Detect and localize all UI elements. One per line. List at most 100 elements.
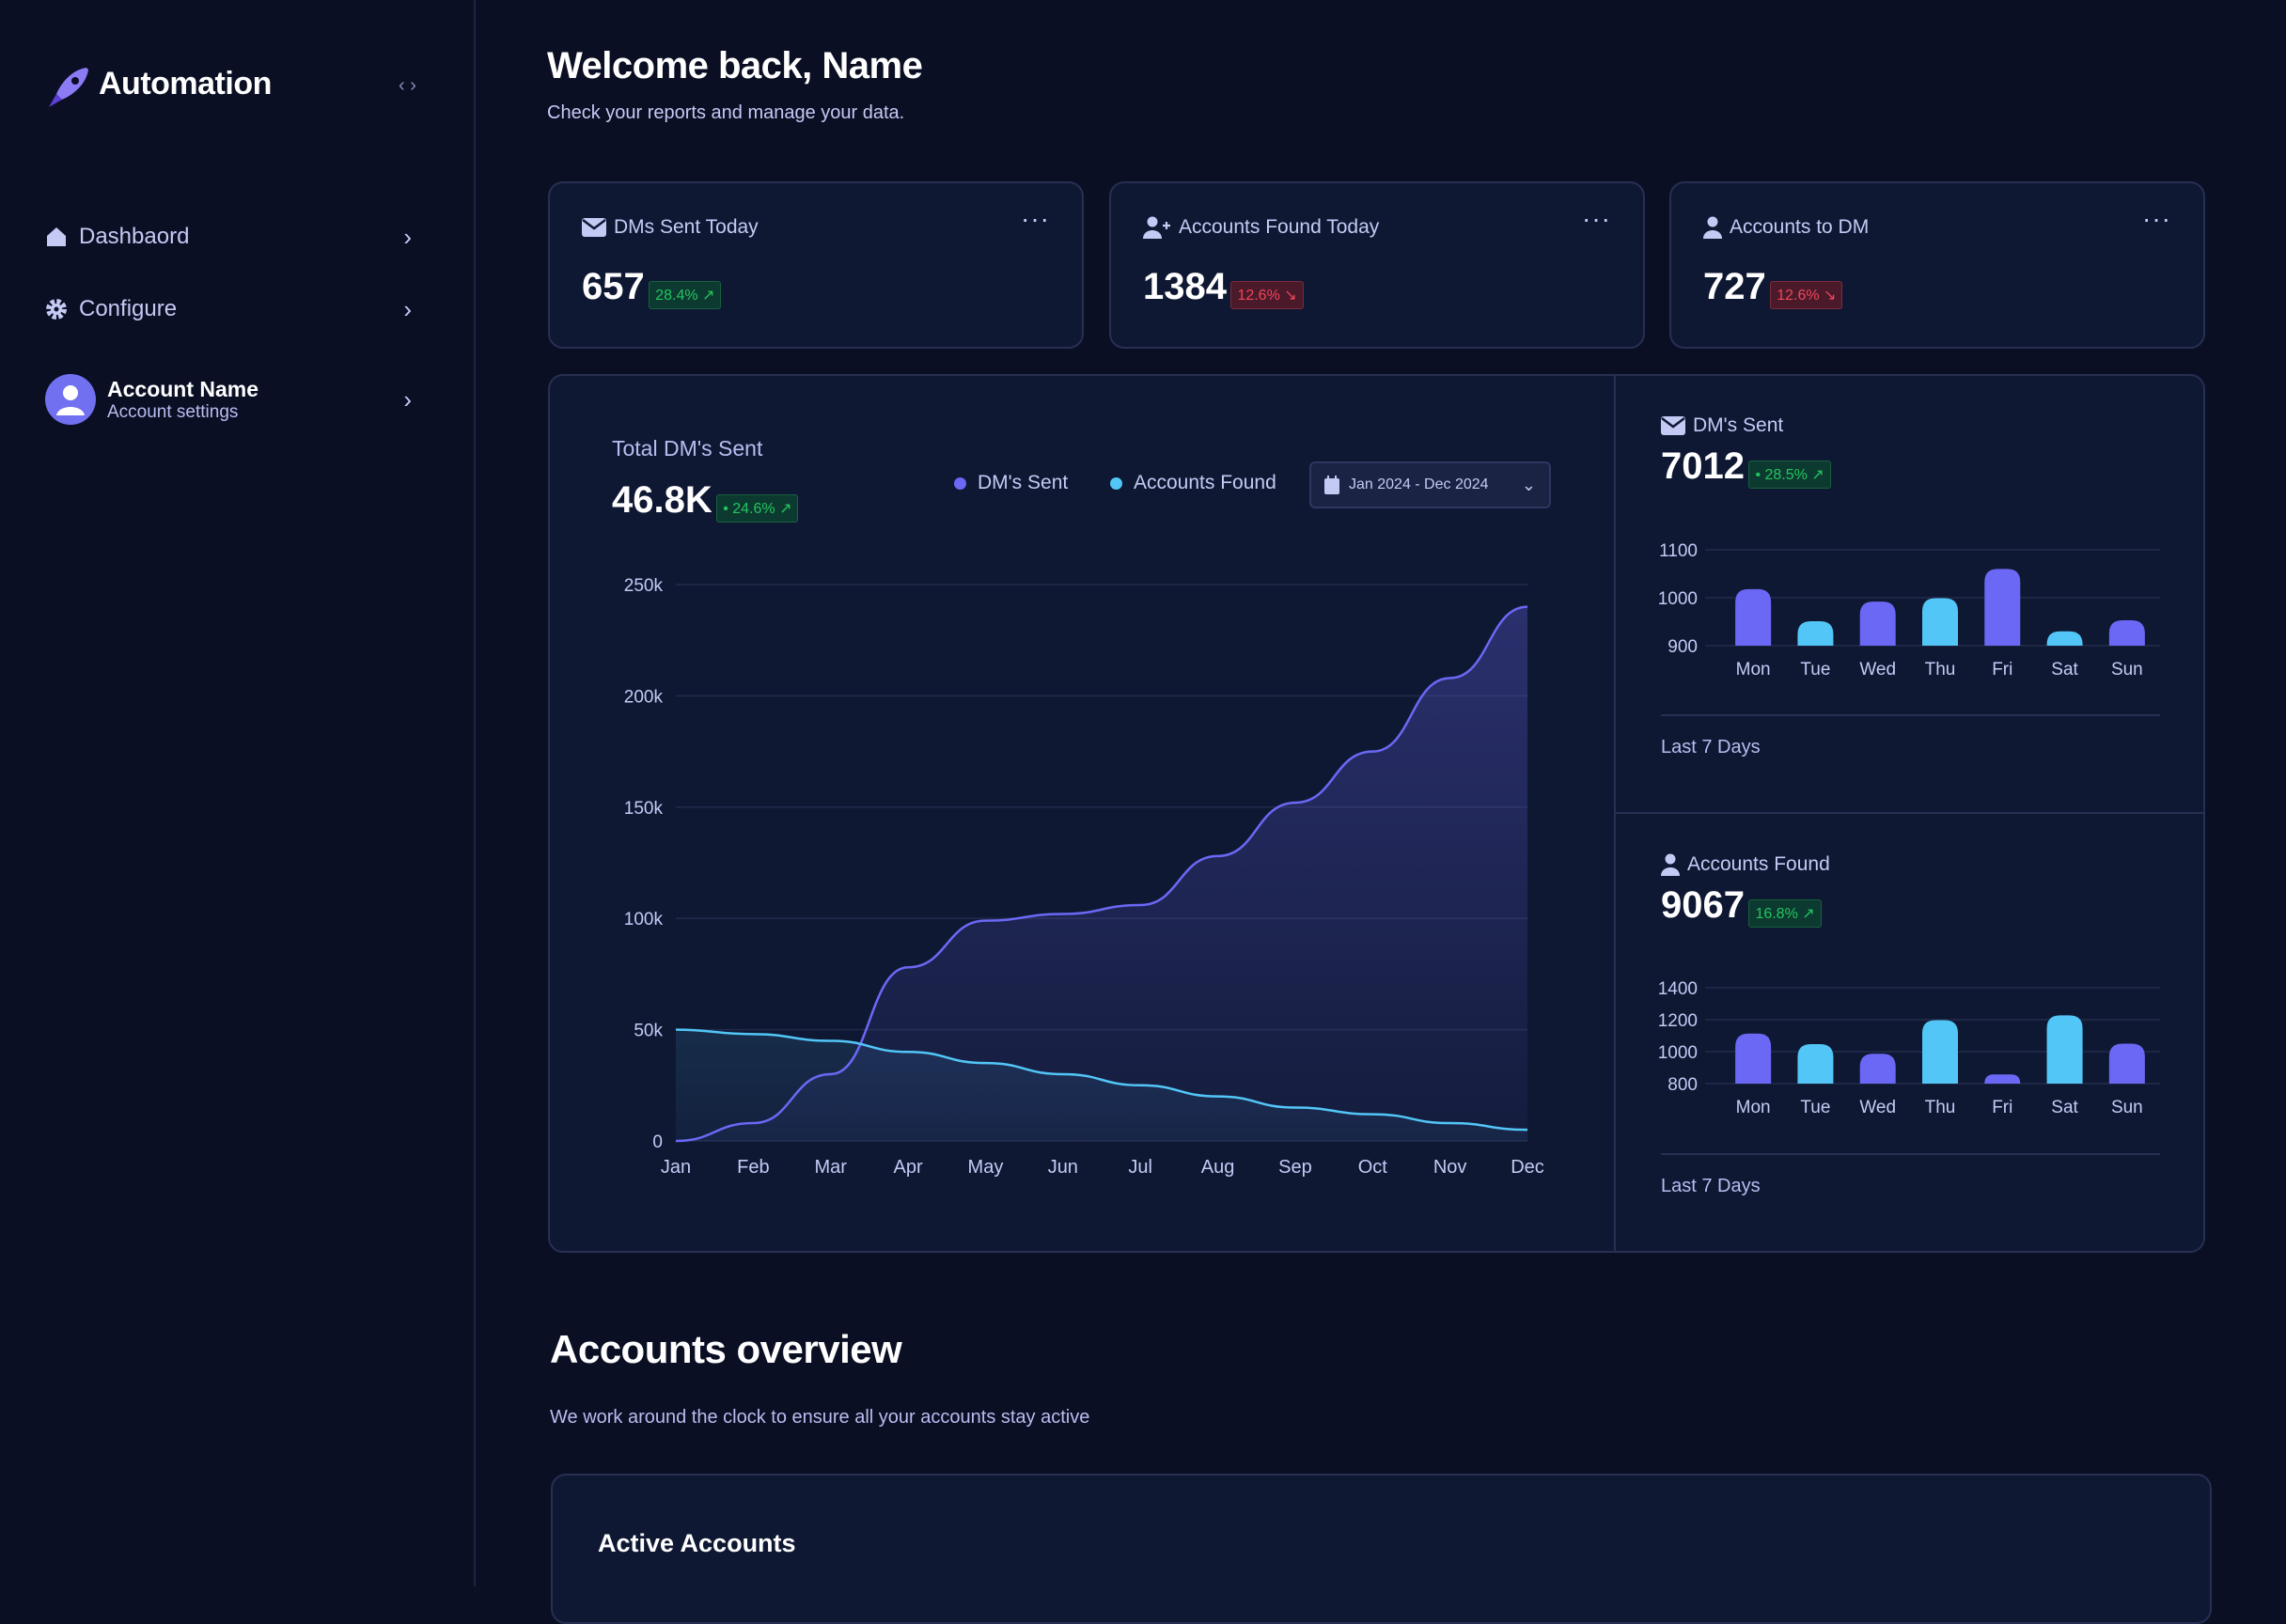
account-name: Account Name: [107, 376, 259, 401]
trend-badge: 12.6% ↘: [1230, 280, 1304, 309]
x-tick-label: Aug: [1201, 1157, 1235, 1178]
x-tick-label: Mon: [1736, 1098, 1771, 1117]
date-range-dropdown[interactable]: Jan 2024 - Dec 2024 ⌄: [1309, 461, 1551, 508]
bar: [1797, 620, 1834, 646]
y-tick-label: 100k: [624, 910, 664, 929]
y-tick-label: 200k: [624, 687, 664, 707]
period-label: Last 7 Days: [1661, 1176, 1761, 1196]
calendar-icon: [1324, 476, 1339, 494]
sidebar-item-label: Configure: [79, 296, 178, 321]
more-options-button[interactable]: ···: [1021, 204, 1050, 234]
bar: [2108, 1043, 2145, 1084]
trend-badge: 12.6% ↘: [1770, 280, 1843, 309]
stat-card-accounts-found: Accounts Found Today ··· 1384 12.6% ↘: [1109, 181, 1645, 349]
x-tick-label: Sep: [1278, 1157, 1312, 1178]
trend-badge: 28.4% ↗: [649, 280, 722, 309]
side-chart-total: 7012: [1661, 445, 1745, 487]
section-title: Accounts overview: [550, 1327, 902, 1371]
side-chart-title: Accounts Found: [1687, 853, 1830, 875]
divider: [1661, 714, 2160, 716]
envelope-icon: [1661, 416, 1685, 435]
sidebar-item-dashboard[interactable]: Dashbaord ›: [45, 209, 412, 265]
period-label: Last 7 Days: [1661, 737, 1761, 757]
bar: [1922, 1020, 1958, 1084]
y-tick-label: 900: [1668, 637, 1698, 657]
gear-icon: [46, 299, 67, 320]
card-title: Active Accounts: [598, 1529, 796, 1557]
active-accounts-card: Active Accounts: [551, 1474, 2212, 1624]
user-plus-icon: [1143, 216, 1170, 239]
divider: [1661, 1153, 2160, 1155]
bar: [1735, 1033, 1772, 1084]
trend-badge: • 28.5% ↗: [1748, 460, 1831, 489]
x-tick-label: Jun: [1048, 1157, 1078, 1178]
stat-value: 1384: [1143, 266, 1227, 307]
x-tick-label: Jul: [1128, 1157, 1152, 1178]
y-tick-label: 1000: [1658, 589, 1698, 609]
bar: [1922, 598, 1958, 646]
x-tick-label: Feb: [737, 1157, 769, 1178]
legend-dot: [954, 476, 966, 490]
y-tick-label: 50k: [634, 1022, 663, 1041]
stat-label: Accounts to DM: [1730, 216, 1870, 238]
account-settings-item[interactable]: Account Name Account settings ›: [45, 368, 412, 430]
x-tick-label: Apr: [894, 1157, 923, 1178]
bar: [1984, 1074, 2021, 1084]
x-tick-label: Fri: [1992, 660, 2012, 679]
sidebar-item-label: Dashbaord: [79, 224, 190, 249]
more-options-button[interactable]: ···: [1582, 204, 1611, 234]
stat-value: 657: [582, 266, 645, 307]
code-brackets-icon[interactable]: ‹ ›: [399, 75, 416, 97]
side-chart-title: DM's Sent: [1693, 414, 1784, 436]
chevron-right-icon: ›: [403, 222, 412, 251]
home-icon: [47, 227, 66, 246]
chevron-down-icon: ⌄: [1521, 475, 1536, 494]
envelope-icon: [582, 218, 606, 237]
bar: [1859, 601, 1896, 646]
chart-total: 46.8K: [612, 479, 712, 521]
sidebar-item-configure[interactable]: Configure ›: [45, 281, 412, 337]
sidebar: Automation ‹ › Dashbaord › Configure › A…: [0, 0, 476, 1586]
x-tick-label: Dec: [1511, 1157, 1544, 1178]
y-tick-label: 0: [652, 1132, 663, 1152]
account-subtitle: Account settings: [107, 401, 239, 422]
stat-card-dms-sent: DMs Sent Today ··· 657 28.4% ↗: [548, 181, 1084, 349]
y-tick-label: 800: [1668, 1075, 1698, 1095]
legend-accounts-found[interactable]: Accounts Found: [1110, 472, 1276, 494]
stat-card-accounts-to-dm: Accounts to DM ··· 727 12.6% ↘: [1669, 181, 2205, 349]
legend-dms-sent[interactable]: DM's Sent: [954, 472, 1068, 494]
x-tick-label: Wed: [1859, 1098, 1896, 1117]
rocket-logo-icon: [49, 68, 88, 107]
x-tick-label: Sat: [2051, 1098, 2078, 1117]
bar: [2046, 1015, 2083, 1084]
x-tick-label: Jan: [661, 1157, 691, 1178]
section-subtitle: We work around the clock to ensure all y…: [550, 1407, 1090, 1428]
user-icon: [1703, 216, 1722, 239]
page-subtitle: Check your reports and manage your data.: [547, 102, 905, 123]
x-tick-label: Tue: [1800, 660, 1830, 679]
x-tick-label: Thu: [1925, 660, 1956, 679]
x-tick-label: May: [968, 1157, 1004, 1178]
y-tick-label: 1200: [1658, 1011, 1698, 1031]
bar: [1984, 569, 2021, 646]
stat-label: Accounts Found Today: [1179, 216, 1380, 238]
x-tick-label: Nov: [1433, 1157, 1467, 1178]
x-tick-label: Oct: [1358, 1157, 1388, 1178]
side-chart-total: 9067: [1661, 884, 1745, 926]
x-tick-label: Mar: [815, 1157, 848, 1178]
avatar: [45, 374, 96, 425]
y-tick-label: 250k: [624, 576, 664, 596]
bar: [2046, 631, 2083, 646]
x-tick-label: Fri: [1992, 1098, 2012, 1117]
x-tick-label: Sat: [2051, 660, 2078, 679]
trend-badge: 16.8% ↗: [1748, 898, 1822, 928]
more-options-button[interactable]: ···: [2142, 204, 2171, 234]
date-range-value: Jan 2024 - Dec 2024: [1349, 476, 1489, 492]
y-tick-label: 1000: [1658, 1043, 1698, 1063]
bar: [1735, 588, 1772, 646]
x-tick-label: Mon: [1736, 660, 1771, 679]
chevron-right-icon: ›: [403, 294, 412, 323]
x-tick-label: Tue: [1800, 1098, 1830, 1117]
legend-dot: [1110, 476, 1122, 490]
bar: [1797, 1044, 1834, 1084]
